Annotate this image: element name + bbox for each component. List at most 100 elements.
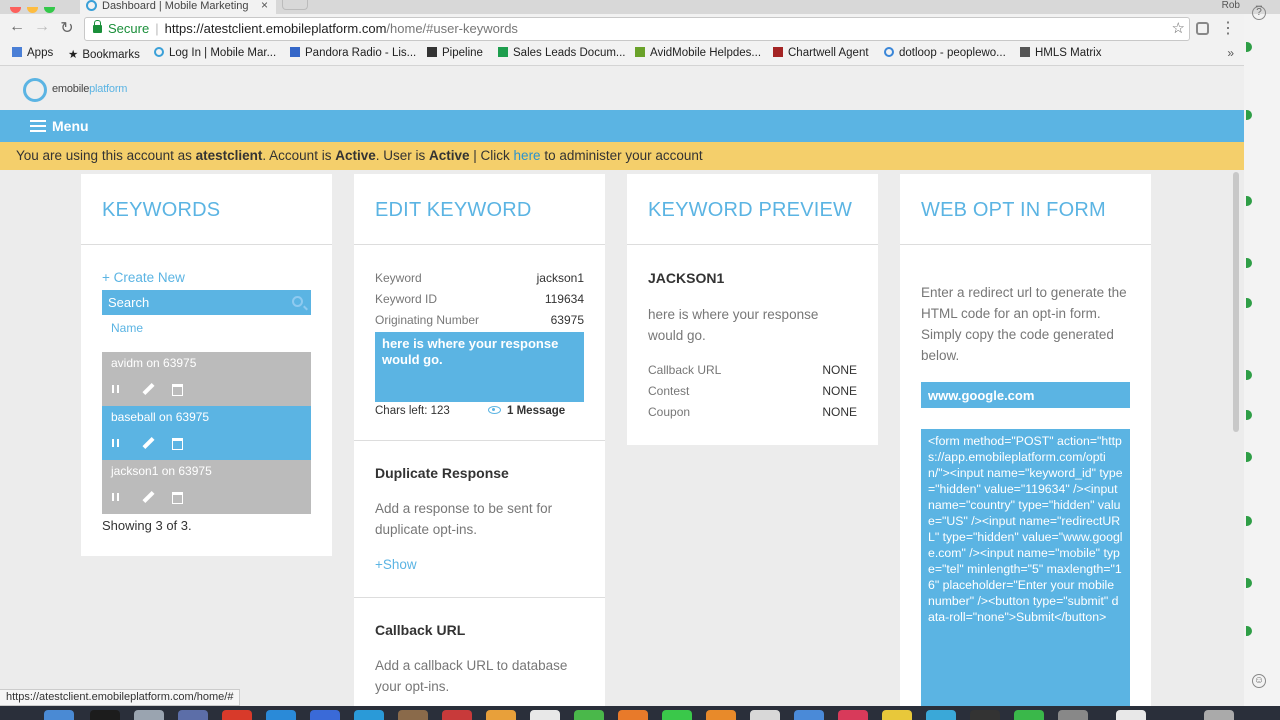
trash-icon[interactable] [172, 492, 183, 504]
dock-app-icon[interactable] [838, 710, 868, 720]
dock-app-icon[interactable] [750, 710, 780, 720]
background-window-strip [1244, 14, 1280, 706]
scroll-thumb[interactable] [1233, 172, 1239, 432]
keyword-item-baseball[interactable]: baseball on 63975 [102, 406, 311, 460]
dock-app-icon[interactable] [970, 710, 1000, 720]
dock-app-icon[interactable] [134, 710, 164, 720]
keywords-title: KEYWORDS [81, 174, 332, 245]
edit-pencil-icon[interactable] [142, 382, 155, 396]
administer-account-link[interactable]: here [514, 148, 541, 163]
dock-app-icon[interactable] [1058, 710, 1088, 720]
dock-app-icon[interactable] [794, 710, 824, 720]
star-icon: ★ [68, 49, 79, 61]
forward-button[interactable]: → [31, 18, 53, 36]
status-bar-url: https://atestclient.emobileplatform.com/… [0, 689, 241, 706]
menu-button[interactable]: Menu [52, 118, 89, 134]
edit-pencil-icon[interactable] [142, 436, 155, 450]
sort-by-name[interactable]: Name [111, 321, 143, 335]
bookmark-login[interactable]: Log In | Mobile Mar... [154, 47, 276, 59]
browser-tab[interactable]: Dashboard | Mobile Marketing × [80, 0, 276, 14]
dock-app-icon[interactable] [266, 710, 296, 720]
preview-response: here is where your response would go. [648, 307, 819, 343]
bookmark-hmls[interactable]: HMLS Matrix [1020, 47, 1101, 59]
eye-icon [488, 406, 501, 414]
dock-app-icon[interactable] [574, 710, 604, 720]
dock-app-icon[interactable] [354, 710, 384, 720]
bookmark-chartwell[interactable]: Chartwell Agent [773, 47, 869, 59]
bookmark-avidmobile[interactable]: AvidMobile Helpdes... [635, 47, 761, 59]
keyword-list: avidm on 63975 baseball on 63975 jackson… [102, 352, 311, 514]
bookmark-star-icon[interactable]: ☆ [1172, 18, 1185, 40]
keyword-item-jackson1[interactable]: jackson1 on 63975 [102, 460, 311, 514]
section-divider [354, 597, 605, 598]
dock-trash-icon[interactable] [1204, 710, 1234, 720]
dock-app-icon[interactable] [926, 710, 956, 720]
dock-app-icon[interactable] [486, 710, 516, 720]
edit-pencil-icon[interactable] [142, 490, 155, 504]
generated-code-box[interactable]: <form method="POST" action="https://app.… [921, 429, 1130, 706]
logo-text[interactable]: emobileplatform [52, 83, 127, 95]
dock-app-icon[interactable] [706, 710, 736, 720]
show-duplicate-link[interactable]: +Show [375, 557, 417, 572]
page-scrollbar[interactable] [1230, 172, 1242, 706]
hamburger-menu-icon[interactable] [30, 120, 46, 132]
trash-icon[interactable] [172, 438, 183, 450]
search-icon[interactable] [292, 296, 303, 307]
duplicate-response-title: Duplicate Response [375, 465, 509, 481]
address-bar[interactable]: Secure | https://atestclient.emobileplatfo… [84, 17, 1190, 41]
browser-tab-strip: Dashboard | Mobile Marketing × Rob – [0, 0, 1280, 14]
trash-icon[interactable] [172, 384, 183, 396]
pause-icon[interactable] [112, 493, 119, 501]
back-button[interactable]: ← [6, 18, 28, 36]
pipeline-icon [427, 47, 437, 57]
dock-app-icon[interactable] [310, 710, 340, 720]
dock-app-icon[interactable] [530, 710, 560, 720]
response-textarea[interactable]: here is where your response would go. [375, 332, 584, 402]
showing-count: Showing 3 of 3. [102, 518, 192, 533]
dock-app-icon[interactable] [1014, 710, 1044, 720]
reload-button[interactable]: ↻ [56, 18, 78, 38]
logo-ring-icon[interactable] [23, 78, 47, 102]
browser-menu-icon[interactable]: ⋮ [1220, 18, 1236, 38]
hmls-icon [1020, 47, 1030, 57]
bookmarks-more-icon[interactable]: » [1227, 46, 1234, 60]
dock-app-icon[interactable] [90, 710, 120, 720]
bookmark-pandora[interactable]: Pandora Radio - Lis... [290, 47, 416, 59]
create-new-link[interactable]: + Create New [102, 270, 185, 285]
extension-icon[interactable] [1196, 22, 1209, 35]
dock-app-icon[interactable] [44, 710, 74, 720]
new-tab-button[interactable] [282, 0, 308, 10]
browser-toolbar: ← → ↻ Secure | https://atestclient.emobile… [0, 14, 1244, 44]
dock-app-icon[interactable] [222, 710, 252, 720]
pause-icon[interactable] [112, 439, 119, 447]
callback-url-desc: Add a callback URL to database your opt-… [375, 658, 568, 694]
bookmark-bookmarks[interactable]: ★ Bookmarks [68, 47, 140, 61]
smiley-icon[interactable]: ☺ [1252, 674, 1266, 688]
search-input[interactable] [102, 290, 282, 315]
message-count[interactable]: 1 Message [488, 405, 565, 417]
redirect-url-input[interactable] [921, 382, 1130, 408]
help-circle-icon[interactable]: ? [1252, 6, 1266, 20]
profile-label[interactable]: Rob [1222, 0, 1240, 11]
bookmark-apps[interactable]: Apps [12, 47, 53, 59]
dock-app-icon[interactable] [398, 710, 428, 720]
pause-icon[interactable] [112, 385, 119, 393]
dock-app-icon[interactable] [662, 710, 692, 720]
dock-app-icon[interactable] [882, 710, 912, 720]
bookmark-sales-leads[interactable]: Sales Leads Docum... [498, 47, 626, 59]
bookmark-dotloop[interactable]: dotloop - peoplewo... [884, 47, 1006, 59]
brand-bar: emobileplatform [0, 66, 1244, 110]
preview-keyword: JACKSON1 [648, 270, 725, 286]
dock-app-icon[interactable] [1116, 710, 1146, 720]
tab-close-icon[interactable]: × [261, 0, 268, 12]
helpdesk-icon [635, 47, 645, 57]
bookmark-pipeline[interactable]: Pipeline [427, 47, 483, 59]
section-divider [354, 440, 605, 441]
dock-app-icon[interactable] [618, 710, 648, 720]
callback-url-row: Callback URL NONE [648, 363, 857, 377]
dock-app-icon[interactable] [178, 710, 208, 720]
keyword-item-avidm[interactable]: avidm on 63975 [102, 352, 311, 406]
dock-app-icon[interactable] [442, 710, 472, 720]
keywords-card: KEYWORDS + Create New Name avidm on 6397… [81, 174, 332, 556]
web-opt-in-title: WEB OPT IN FORM [900, 174, 1151, 245]
